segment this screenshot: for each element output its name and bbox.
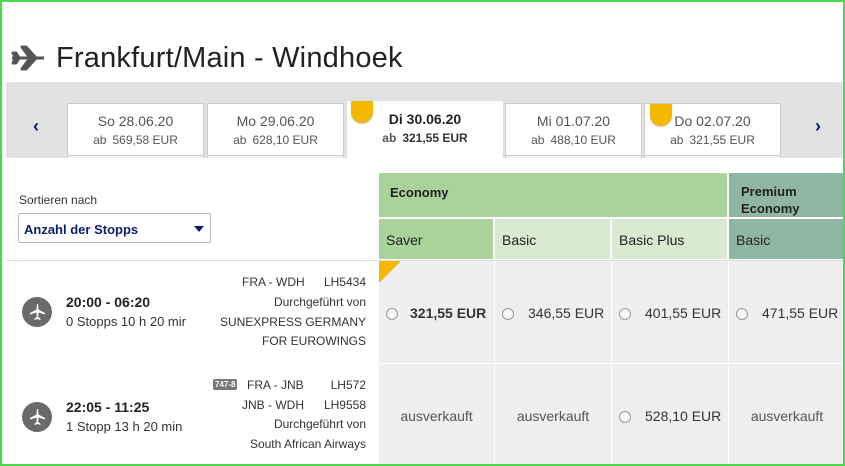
sort-selected-value: Anzahl der Stopps — [24, 222, 139, 237]
airplane-icon — [22, 402, 52, 432]
date-label: Mi 01.07.20 — [536, 113, 611, 129]
economy-cabin-header: Economy — [378, 172, 728, 218]
fare-cell-premium-basic: ausverkauft — [728, 364, 843, 464]
sort-label: Sortieren nach — [19, 193, 98, 207]
fare-cell-saver: ausverkauft — [378, 364, 494, 464]
date-label: Mo 29.06.20 — [236, 113, 315, 129]
operator-name: SUNEXPRESS GERMANY — [219, 315, 366, 329]
fare-cell-basic[interactable]: 346,55 EUR — [494, 261, 611, 363]
fare-header-saver: Saver — [378, 218, 494, 260]
tab-rule — [68, 155, 203, 158]
sold-out-label: ausverkauft — [400, 408, 473, 424]
tab-rule — [208, 155, 343, 158]
operator-name: FOR EUROWINGS — [262, 334, 366, 348]
best-price-badge — [650, 104, 672, 126]
flight-stops-duration: 0 Stopps 10 h 20 min — [66, 314, 186, 329]
fare-price: 401,55 EUR — [645, 305, 722, 321]
fare-header-basic: Basic — [494, 218, 611, 260]
airplane-icon — [11, 45, 44, 71]
premium-economy-label: Premium Economy — [741, 184, 800, 216]
fare-radio[interactable] — [736, 308, 748, 320]
segment-route: JNB - WDH — [242, 398, 304, 412]
fare-price: 471,55 EUR — [762, 305, 839, 321]
economy-label: Economy — [390, 185, 449, 200]
fare-header-premium-basic: Basic — [728, 218, 843, 260]
date-label: So 28.06.20 — [97, 113, 174, 129]
from-label: ab — [233, 133, 247, 147]
fare-radio[interactable] — [502, 308, 514, 320]
fare-cell-basic: ausverkauft — [494, 364, 611, 464]
date-price: 321,55 EUR — [689, 133, 755, 147]
date-price: 569,58 EUR — [112, 133, 178, 147]
fare-cell-saver[interactable]: 321,55 EUR — [378, 261, 494, 363]
fare-header-label: Basic — [502, 232, 537, 248]
fare-radio[interactable] — [619, 411, 631, 423]
best-price-badge — [351, 101, 373, 123]
flight-row: 20:00 - 06:20 0 Stopps 10 h 20 min FRA -… — [6, 261, 843, 363]
tab-rule — [645, 155, 780, 158]
date-tab[interactable]: Do 02.07.20 ab 321,55 EUR — [644, 103, 781, 158]
from-label: ab — [93, 133, 107, 147]
flight-number[interactable]: LH5434 — [306, 275, 366, 289]
best-price-badge — [379, 261, 401, 283]
from-label: ab — [670, 133, 684, 147]
page-title: Frankfurt/Main - Windhoek — [56, 41, 403, 74]
fare-cell-premium-basic[interactable]: 471,55 EUR — [728, 261, 843, 363]
flight-times: 22:05 - 11:25 — [66, 399, 150, 415]
fare-price: 528,10 EUR — [645, 408, 722, 424]
date-tab[interactable]: So 28.06.20 ab 569,58 EUR — [67, 103, 204, 158]
date-tab[interactable]: Mo 29.06.20 ab 628,10 EUR — [207, 103, 344, 158]
operated-by-label: Durchgeführt von — [273, 295, 366, 309]
next-dates-button[interactable]: › — [808, 116, 828, 136]
flight-times: 20:00 - 06:20 — [66, 294, 151, 310]
sold-out-label: ausverkauft — [516, 408, 590, 424]
fare-header-label: Saver — [386, 232, 423, 248]
sold-out-label: ausverkauft — [750, 408, 824, 424]
segment-route: FRA - WDH — [242, 275, 305, 289]
premium-economy-cabin-header: Premium Economy — [728, 172, 843, 218]
fare-price: 346,55 EUR — [528, 305, 605, 321]
from-label: ab — [382, 131, 397, 145]
fare-header-label: Basic Plus — [619, 232, 685, 248]
flight-stops-duration: 1 Stopp 13 h 20 min — [66, 419, 183, 434]
date-price: 321,55 EUR — [402, 131, 468, 145]
operator-name: South African Airways — [249, 437, 366, 451]
fare-cell-basic-plus[interactable]: 401,55 EUR — [611, 261, 728, 363]
sort-dropdown[interactable]: Anzahl der Stopps — [18, 213, 211, 243]
fare-cell-basic-plus[interactable]: 528,10 EUR — [611, 364, 728, 464]
aircraft-type-badge: 747-8 — [213, 379, 238, 390]
chevron-down-icon — [194, 226, 204, 232]
page-frame: Frankfurt/Main - Windhoek ‹ So 28.06.20 … — [0, 0, 845, 466]
date-carousel: ‹ So 28.06.20 ab 569,58 EUR Mo 29.06.20 a… — [6, 82, 843, 158]
tab-rule — [506, 155, 641, 158]
airplane-icon — [22, 297, 52, 327]
flight-number[interactable]: LH572 — [306, 378, 366, 392]
segment-route: FRA - JNB — [247, 378, 304, 392]
fare-radio[interactable] — [386, 308, 398, 320]
page-header: Frankfurt/Main - Windhoek — [10, 38, 403, 78]
date-price: 628,10 EUR — [252, 133, 318, 147]
flight-row: 22:05 - 11:25 1 Stopp 13 h 20 min 747-8 … — [6, 364, 843, 464]
date-price: 488,10 EUR — [550, 133, 616, 147]
from-label: ab — [531, 133, 545, 147]
date-tab-selected[interactable]: Di 30.06.20 ab 321,55 EUR — [346, 100, 504, 158]
operated-by-label: Durchgeführt von — [273, 417, 366, 431]
fare-price: 321,55 EUR — [410, 305, 487, 321]
previous-dates-button[interactable]: ‹ — [26, 116, 46, 136]
fare-header-basic-plus: Basic Plus — [611, 218, 728, 260]
fare-radio[interactable] — [619, 308, 631, 320]
flight-number[interactable]: LH9558 — [306, 398, 366, 412]
fare-header-label: Basic — [736, 232, 771, 248]
date-tab[interactable]: Mi 01.07.20 ab 488,10 EUR — [505, 103, 642, 158]
